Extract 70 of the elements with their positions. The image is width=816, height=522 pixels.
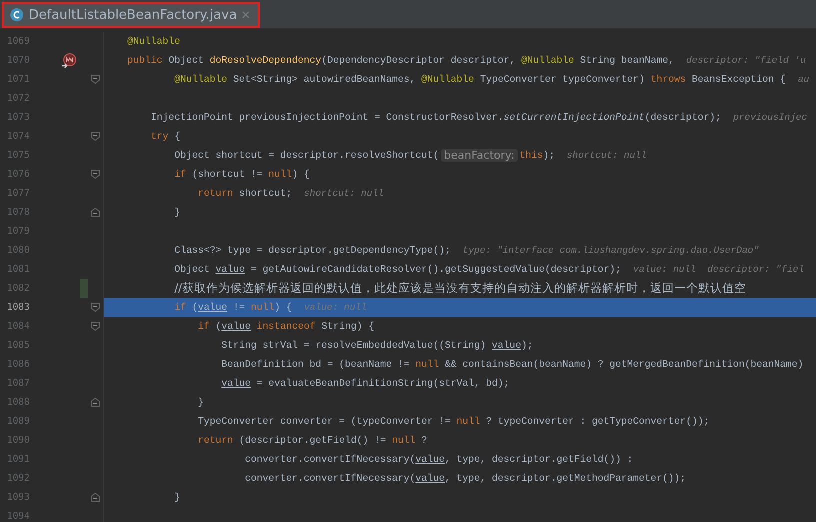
code-line: BeanDefinition bd = (beanName != null && containsBean(beanName) ? getMergedBeanDefinition(beanName) bbox=[220, 359, 804, 370]
line-number: 1078 bbox=[6, 207, 31, 218]
code-line: Class<?> type = descriptor.getDependencyType(); bbox=[174, 245, 451, 256]
code-line: converter.convertIfNecessary(value, type, descriptor.getMethodParameter()); bbox=[244, 473, 686, 484]
line-number: 1076 bbox=[6, 169, 31, 180]
code-line: if (value != null) { bbox=[174, 302, 292, 313]
line-number: 1074 bbox=[6, 131, 31, 142]
line-number: 1090 bbox=[6, 435, 31, 446]
line-number: 1072 bbox=[6, 93, 31, 104]
line-number: 1093 bbox=[6, 492, 31, 503]
fold-icon[interactable] bbox=[91, 170, 100, 179]
inline-value-hint: shortcut: null bbox=[304, 188, 384, 199]
code-line: String strVal = resolveEmbeddedValue((String) value); bbox=[220, 340, 534, 351]
fold-icon[interactable] bbox=[91, 208, 100, 217]
line-number: 1089 bbox=[6, 416, 31, 427]
code-line: InjectionPoint previousInjectionPoint = ConstructorResolver.setCurrentInjectionPoint(descriptor); bbox=[150, 112, 722, 123]
fold-icon[interactable] bbox=[91, 132, 100, 141]
fold-icon[interactable] bbox=[91, 398, 100, 407]
code-line: Object value = getAutowireCandidateResolver().getSuggestedValue(descriptor); bbox=[174, 264, 622, 275]
line-number: 1088 bbox=[6, 397, 31, 408]
line-number: 1087 bbox=[6, 378, 31, 389]
fold-icon[interactable] bbox=[91, 322, 100, 331]
line-number: 1085 bbox=[6, 340, 31, 351]
line-number: 1084 bbox=[6, 321, 31, 332]
inline-value-hint: au bbox=[798, 74, 810, 85]
code-line: return shortcut; bbox=[197, 188, 292, 199]
parameter-hint: beanFactory: bbox=[441, 149, 518, 162]
line-number: 1092 bbox=[6, 473, 31, 484]
inline-value-hint: descriptor: "field 'u bbox=[686, 55, 806, 66]
code-line: this); bbox=[520, 150, 555, 161]
line-number: 1080 bbox=[6, 245, 31, 256]
line-number: 1069 bbox=[6, 36, 31, 47]
inline-value-hint: value: null descriptor: "fiel bbox=[633, 264, 804, 275]
code-line: //获取作为候选解析器返回的默认值，此处应该是当没有支持的自动注入的解析器解析时，返回一个默认值空 bbox=[174, 281, 746, 296]
line-number: 1082 bbox=[6, 283, 31, 294]
code-line: return (descriptor.getField() != null ? bbox=[197, 435, 428, 446]
inline-value-hint: value: null bbox=[304, 302, 367, 313]
code-line: if (shortcut != null) { bbox=[174, 169, 310, 180]
code-line: } bbox=[174, 207, 180, 218]
code-line: @Nullable bbox=[126, 36, 180, 47]
inline-value-hint: shortcut: null bbox=[566, 150, 647, 161]
line-number: 1075 bbox=[6, 150, 31, 161]
line-number: 1091 bbox=[6, 454, 31, 465]
code-line: if (value instanceof String) { bbox=[197, 321, 375, 332]
line-number: 1081 bbox=[6, 264, 31, 275]
fold-icon[interactable] bbox=[91, 303, 100, 312]
line-number: 1070 bbox=[6, 55, 31, 66]
line-number: 1071 bbox=[6, 74, 31, 85]
fold-icon[interactable] bbox=[91, 493, 100, 502]
override-marker-icon[interactable] bbox=[60, 52, 76, 68]
code-line: } bbox=[197, 397, 204, 408]
code-line: try { bbox=[150, 131, 180, 142]
code-line: @Nullable Set<String> autowiredBeanNames, @Nullable TypeConverter typeConverter) throws BeansException { bbox=[174, 74, 786, 85]
line-number: 1073 bbox=[6, 112, 31, 123]
line-number: 1094 bbox=[6, 511, 31, 522]
code-line: TypeConverter converter = (typeConverter != null ? typeConverter : getTypeConverter()); bbox=[197, 416, 710, 427]
code-line: Object shortcut = descriptor.resolveShortcut( bbox=[174, 150, 440, 161]
code-line: converter.convertIfNecessary(value, type, descriptor.getField()) : bbox=[244, 454, 634, 465]
fold-icon[interactable] bbox=[91, 75, 100, 84]
line-number: 1079 bbox=[6, 226, 31, 237]
class-icon bbox=[10, 8, 24, 22]
line-number: 1083 bbox=[6, 302, 31, 313]
inline-value-hint: previousInjec bbox=[733, 112, 808, 123]
code-line: value = evaluateBeanDefinitionString(strVal, bd); bbox=[220, 378, 510, 389]
code-line: public Object doResolveDependency(DependencyDescriptor descriptor, @Nullable String beanName, bbox=[126, 55, 674, 66]
line-number: 1077 bbox=[6, 188, 31, 199]
line-number: 1086 bbox=[6, 359, 31, 370]
editor-tab[interactable]: DefaultListableBeanFactory.java bbox=[2, 2, 260, 28]
code-line: } bbox=[174, 492, 180, 503]
inline-value-hint: type: "interface com.liushangdev.spring.dao.UserDao" bbox=[462, 245, 760, 256]
